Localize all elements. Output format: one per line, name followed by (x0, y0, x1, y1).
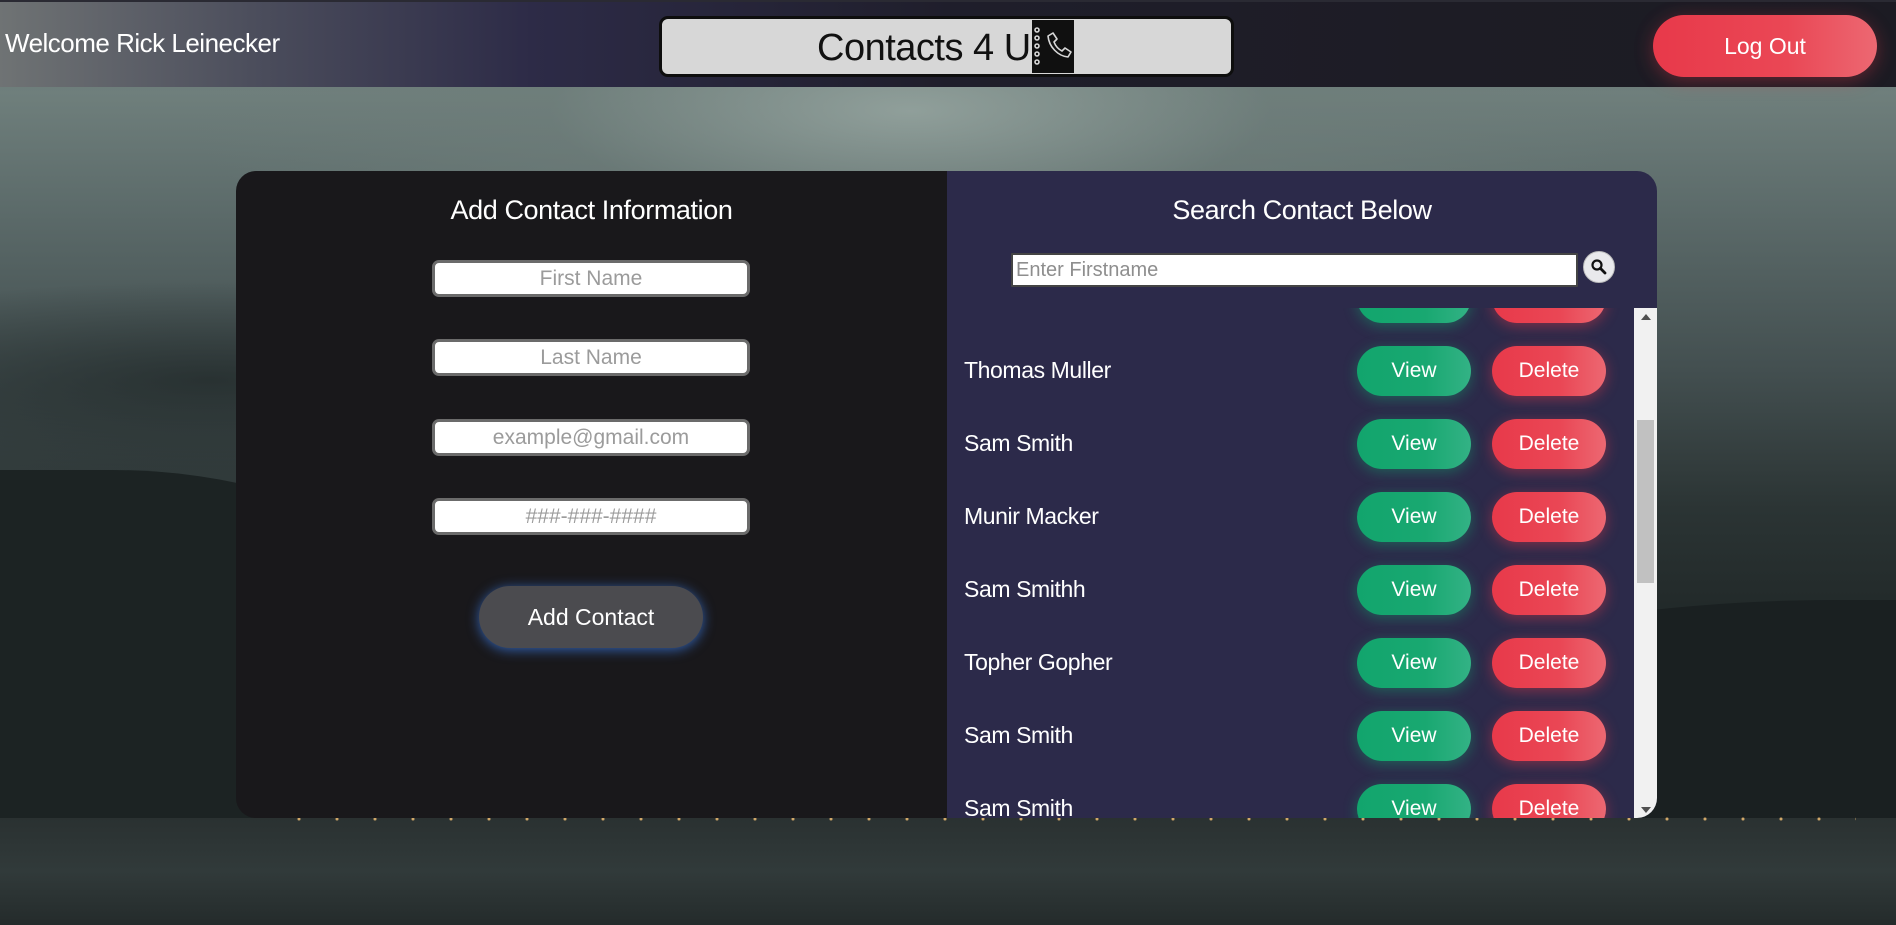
contact-list[interactable]: ViewDeleteThomas MullerViewDeleteSam Smi… (947, 308, 1634, 818)
delete-contact-button[interactable]: Delete (1492, 419, 1606, 469)
search-contact-panel: Search Contact Below ViewDeleteThomas Mu… (947, 171, 1657, 818)
phone-notebook-icon (1032, 20, 1074, 73)
delete-contact-button[interactable]: Delete (1492, 784, 1606, 818)
contact-row: Sam Smithh View Delete (947, 553, 1634, 626)
contact-row: Sam Smith View Delete (947, 699, 1634, 772)
view-contact-button[interactable]: View (1357, 419, 1471, 469)
magnifier-icon (1591, 259, 1607, 275)
scroll-up-arrow-icon[interactable] (1634, 308, 1657, 325)
contact-list-scrollbar[interactable] (1634, 308, 1657, 818)
contact-name: Sam Smith (964, 795, 1073, 818)
delete-contact-button[interactable]: Delete (1492, 565, 1606, 615)
contact-name: Sam Smith (964, 722, 1073, 748)
scroll-down-arrow-icon[interactable] (1634, 801, 1657, 818)
delete-contact-button[interactable]: Delete (1492, 711, 1606, 761)
search-input[interactable] (1011, 253, 1578, 287)
view-contact-button[interactable]: View (1357, 638, 1471, 688)
delete-contact-button[interactable]: Delete (1492, 492, 1606, 542)
delete-contact-button[interactable]: Delete (1492, 638, 1606, 688)
contact-row: Sam Smith View Delete (947, 407, 1634, 480)
contact-row: View Delete (947, 308, 1634, 334)
add-contact-panel: Add Contact Information Add Contact (236, 171, 947, 818)
email-input[interactable] (432, 419, 750, 456)
view-contact-button[interactable]: View (1357, 308, 1471, 323)
contact-name: Sam Smithh (964, 576, 1086, 602)
brand-logo: Contacts 4 U (659, 16, 1234, 77)
first-name-input[interactable] (432, 260, 750, 297)
contact-list-inner: ViewDeleteThomas MullerViewDeleteSam Smi… (947, 308, 1634, 818)
add-contact-button[interactable]: Add Contact (479, 586, 703, 648)
view-contact-button[interactable]: View (1357, 492, 1471, 542)
contact-name: Topher Gopher (964, 649, 1113, 675)
last-name-input[interactable] (432, 339, 750, 376)
background-water (0, 818, 1896, 925)
view-contact-button[interactable]: View (1357, 565, 1471, 615)
view-contact-button[interactable]: View (1357, 711, 1471, 761)
main-card: Add Contact Information Add Contact Sear… (236, 171, 1657, 818)
contact-row: Sam Smith View Delete (947, 772, 1634, 818)
search-panel-title: Search Contact Below (1172, 195, 1432, 225)
contact-name: Thomas Muller (964, 357, 1111, 383)
contact-row: Munir Macker View Delete (947, 480, 1634, 553)
search-button[interactable] (1583, 251, 1615, 283)
contact-row: Topher Gopher View Delete (947, 626, 1634, 699)
contact-row: Thomas Muller View Delete (947, 334, 1634, 407)
view-contact-button[interactable]: View (1357, 346, 1471, 396)
logout-button[interactable]: Log Out (1653, 15, 1877, 77)
top-header: Welcome Rick Leinecker Contacts 4 U Log … (0, 0, 1896, 87)
delete-contact-button[interactable]: Delete (1492, 346, 1606, 396)
delete-contact-button[interactable]: Delete (1492, 308, 1606, 323)
contact-name: Sam Smith (964, 430, 1073, 456)
scroll-thumb[interactable] (1637, 420, 1654, 583)
phone-input[interactable] (432, 498, 750, 535)
add-panel-title: Add Contact Information (450, 195, 733, 225)
contact-name: Munir Macker (964, 503, 1099, 529)
brand-title: Contacts 4 U (817, 27, 1031, 69)
welcome-text: Welcome Rick Leinecker (5, 28, 280, 58)
view-contact-button[interactable]: View (1357, 784, 1471, 818)
